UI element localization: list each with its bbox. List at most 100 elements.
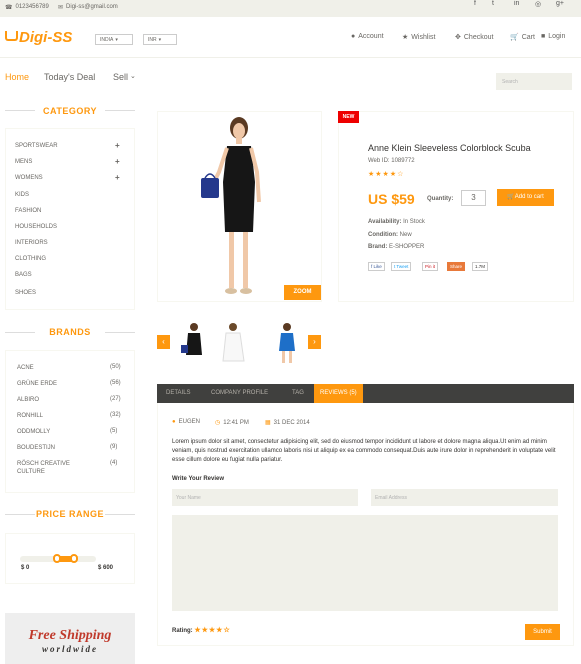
cart-logo-icon: [5, 31, 18, 41]
product-thumbnail[interactable]: [217, 321, 250, 364]
country-dropdown[interactable]: INDIA ▾: [95, 34, 133, 45]
brand-item[interactable]: RONHILL: [17, 412, 43, 420]
tab-details[interactable]: DETAILS: [166, 384, 191, 403]
crosshairs-icon: ✥: [455, 34, 461, 41]
brand-item[interactable]: ODDMOLLY: [17, 428, 50, 436]
search-input[interactable]: Search: [496, 73, 572, 90]
category-item-fashion[interactable]: FASHION: [15, 208, 41, 214]
country-value: INDIA: [100, 36, 114, 43]
price-slider-max-handle[interactable]: [70, 554, 78, 563]
google-plus-icon[interactable]: g+: [556, 0, 568, 10]
brand-row: Brand: E-SHOPPER: [368, 244, 424, 250]
nav-sell[interactable]: Sell ⌄: [113, 72, 136, 82]
category-item-kids[interactable]: KIDS: [15, 192, 29, 198]
pin-it-button[interactable]: Pin it: [422, 262, 439, 271]
availability-value: In Stock: [403, 219, 425, 225]
tweet-button[interactable]: t Tweet: [391, 262, 412, 271]
facebook-icon[interactable]: f: [474, 0, 484, 10]
category-item-womens[interactable]: WOMENS: [15, 175, 43, 181]
plus-icon[interactable]: +: [115, 157, 120, 166]
tab-tag[interactable]: TAG: [292, 384, 304, 403]
checkout-link[interactable]: ✥ Checkout: [455, 33, 493, 42]
caret-down-icon: ▾: [158, 36, 162, 43]
shopping-cart-icon: 🛒: [507, 194, 515, 200]
cart-link[interactable]: 🛒 Cart: [510, 33, 535, 42]
price-range-title: PRICE RANGE: [35, 509, 104, 519]
facebook-like-button[interactable]: f Like: [368, 262, 385, 271]
like-label: Like: [373, 264, 382, 269]
shopping-cart-icon: 🛒: [510, 34, 519, 41]
dribbble-icon[interactable]: ◎: [535, 0, 545, 10]
brand-item[interactable]: ACNE: [17, 364, 34, 372]
brand-item[interactable]: GRÜNE ERDE: [17, 380, 57, 388]
review-textarea[interactable]: [172, 515, 558, 611]
star-icon: ★: [402, 34, 409, 41]
shipping-subline: worldwide: [41, 644, 98, 654]
review-date: ▦ 31 DEC 2014: [265, 419, 310, 427]
email-field[interactable]: Email Address: [371, 489, 558, 506]
review-time: ◷ 12:41 PM: [215, 419, 249, 427]
brand-count: (4): [110, 460, 118, 466]
header-divider: [0, 57, 581, 58]
add-to-cart-label: Add to cart: [514, 194, 544, 200]
submit-button[interactable]: Submit: [525, 624, 560, 640]
email-contact: ✉ Digi-ss@gmail.com: [58, 4, 118, 11]
add-to-cart-button[interactable]: 🛒Add to cart: [497, 189, 554, 206]
tab-company-profile[interactable]: COMPANY PROFILE: [211, 384, 268, 403]
price-slider-min-handle[interactable]: [53, 554, 61, 563]
thumb-next-arrow-icon[interactable]: ›: [308, 335, 321, 349]
site-logo[interactable]: Digi-SS: [5, 29, 72, 46]
phone-text: 0123456789: [15, 4, 49, 10]
thumb-prev-arrow-icon[interactable]: ‹: [157, 335, 170, 349]
title-rule-right: [105, 332, 135, 333]
product-thumbnail[interactable]: [271, 321, 304, 364]
name-field[interactable]: Your Name: [172, 489, 358, 506]
zoom-button[interactable]: ZOOM: [284, 285, 321, 300]
category-item-shoes[interactable]: SHOES: [15, 290, 36, 296]
rating-row: Rating: ★★★★☆: [172, 626, 231, 634]
availability-row: Availability: In Stock: [368, 219, 425, 225]
category-item-sportswear[interactable]: SPORTSWEAR: [15, 143, 58, 149]
review-time-value: 12:41 PM: [223, 419, 249, 426]
nav-todays-deal[interactable]: Today's Deal: [44, 72, 95, 82]
caret-down-icon: ▾: [115, 36, 118, 43]
price-min-label: $ 0: [21, 565, 30, 571]
rating-stars-input[interactable]: ★★★★☆: [194, 627, 230, 634]
brand-count: (5): [110, 428, 118, 434]
login-link[interactable]: ■ Login: [541, 33, 565, 40]
wishlist-link[interactable]: ★ Wishlist: [402, 33, 435, 42]
brand-count: (50): [110, 364, 121, 370]
title-rule-left: [5, 110, 35, 111]
quantity-input[interactable]: 3: [461, 190, 486, 206]
brand-count: (56): [110, 380, 121, 386]
share-label: Share: [450, 264, 463, 269]
write-review-title: Write Your Review: [172, 476, 225, 482]
brand-item[interactable]: BOUDESTIJN: [17, 444, 55, 452]
product-price: US $59: [368, 191, 415, 207]
category-item-households[interactable]: HOUSEHOLDS: [15, 224, 57, 230]
calendar-icon: ▦: [265, 420, 271, 426]
nav-home[interactable]: Home: [5, 72, 29, 82]
review-author: ● EUGEN: [172, 419, 200, 425]
category-panel: [5, 128, 135, 310]
currency-dropdown[interactable]: INR ▾: [143, 34, 177, 45]
product-thumbnail[interactable]: [176, 321, 209, 364]
tab-reviews[interactable]: REVIEWS (5): [314, 384, 363, 403]
plus-icon[interactable]: +: [115, 141, 120, 150]
linkedin-icon[interactable]: in: [514, 0, 524, 10]
category-item-mens[interactable]: MENS: [15, 159, 32, 165]
phone-contact: ☎ 0123456789: [5, 4, 49, 11]
free-shipping-banner[interactable]: Free Shipping worldwide: [5, 613, 135, 664]
twitter-icon[interactable]: t: [492, 0, 502, 10]
brand-item[interactable]: ALBIRO: [17, 396, 39, 404]
category-item-clothing[interactable]: CLOTHING: [15, 256, 46, 262]
category-item-bags[interactable]: BAGS: [15, 272, 32, 278]
brands-title: BRANDS: [49, 327, 91, 337]
category-item-interiors[interactable]: INTERIORS: [15, 240, 48, 246]
brand-item[interactable]: RÖSCH CREATIVE CULTURE: [17, 460, 92, 476]
account-link[interactable]: ● Account: [351, 33, 384, 40]
share-button[interactable]: Share: [447, 262, 466, 271]
plus-icon[interactable]: +: [115, 173, 120, 182]
price-max-label: $ 600: [98, 565, 114, 571]
lock-icon: ■: [541, 33, 546, 40]
